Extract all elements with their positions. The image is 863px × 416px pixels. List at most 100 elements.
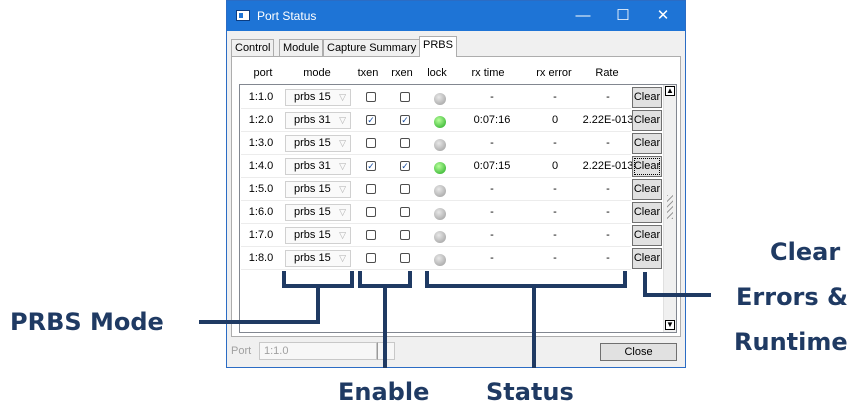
txen-checkbox[interactable]: [366, 230, 376, 240]
rx-time-cell: -: [490, 183, 494, 195]
scroll-up-arrow-icon[interactable]: ▲: [665, 86, 675, 96]
mode-select[interactable]: prbs 15 ▽: [285, 181, 351, 198]
table-row: 1:3.0 prbs 15 ▽ - - - Clear: [241, 132, 662, 155]
prbs-mode-pointer-line: [199, 320, 320, 324]
rxen-checkbox[interactable]: [400, 138, 410, 148]
table-row: 1:2.0 prbs 31 ▽ ✓ ✓ 0:07:16 0 2.22E-013 Clear: [241, 109, 662, 132]
clear-button[interactable]: Clear: [632, 156, 662, 177]
rate-cell: -: [606, 137, 610, 149]
clear-button[interactable]: Clear: [632, 248, 662, 269]
header-rxen: rxen: [391, 67, 413, 79]
clear-button[interactable]: Clear: [632, 87, 662, 108]
rx-error-cell: -: [553, 252, 557, 264]
rate-cell: -: [606, 252, 610, 264]
clear-button[interactable]: Clear: [632, 110, 662, 131]
mode-select[interactable]: prbs 15 ▽: [285, 204, 351, 221]
port-label: Port: [231, 345, 252, 357]
lock-indicator-icon: [434, 231, 446, 243]
maximize-button[interactable]: ☐: [603, 1, 643, 31]
prbs-mode-bracket: [282, 271, 354, 288]
prbs-table: 1:1.0 prbs 15 ▽ - - - Clear 1:2.0 prbs 31 ▽ ✓ ✓ 0:07…: [239, 84, 677, 333]
clear-button[interactable]: Clear: [632, 225, 662, 246]
txen-checkbox[interactable]: ✓: [366, 161, 376, 171]
mode-select[interactable]: prbs 31 ▽: [285, 158, 351, 175]
annotation-prbs-mode: PRBS Mode: [10, 308, 164, 336]
rx-time-cell: -: [490, 137, 494, 149]
rate-cell: 2.22E-013: [582, 114, 634, 126]
rate-cell: -: [606, 183, 610, 195]
minimize-button[interactable]: —: [563, 1, 603, 31]
rxen-checkbox[interactable]: ✓: [400, 115, 410, 125]
mode-select[interactable]: prbs 15 ▽: [285, 135, 351, 152]
mode-value: prbs 15: [294, 206, 331, 218]
table-row: 1:7.0 prbs 15 ▽ - - - Clear: [241, 224, 662, 247]
row-divider: [241, 269, 631, 270]
lock-indicator-icon: [434, 139, 446, 151]
rx-time-cell: -: [490, 206, 494, 218]
rate-cell: -: [606, 206, 610, 218]
rx-time-cell: -: [490, 252, 494, 264]
rx-time-cell: 0:07:15: [473, 160, 511, 172]
port-cell: 1:6.0: [248, 206, 274, 218]
tab-prbs[interactable]: PRBS: [419, 36, 457, 57]
port-cell: 1:8.0: [248, 252, 274, 264]
mode-select[interactable]: prbs 15 ▽: [285, 250, 351, 267]
table-row: 1:8.0 prbs 15 ▽ - - - Clear: [241, 247, 662, 270]
mode-select[interactable]: prbs 15 ▽: [285, 227, 351, 244]
close-window-button[interactable]: ✕: [643, 1, 683, 31]
rxen-checkbox[interactable]: [400, 253, 410, 263]
port-cell: 1:1.0: [248, 91, 274, 103]
txen-checkbox[interactable]: [366, 207, 376, 217]
annotation-clear-line1: Clear: [770, 238, 841, 266]
port-select[interactable]: 1:1.0: [259, 342, 377, 360]
header-port: port: [253, 67, 273, 79]
rx-time-cell: 0:07:16: [473, 114, 511, 126]
rxen-checkbox[interactable]: [400, 230, 410, 240]
rx-error-cell: -: [553, 229, 557, 241]
clear-button[interactable]: Clear: [632, 179, 662, 200]
app-icon: [236, 10, 250, 21]
status-pointer-stem: [532, 288, 536, 368]
lock-indicator-icon: [434, 116, 446, 128]
header-rate: Rate: [595, 67, 619, 79]
mode-value: prbs 15: [294, 91, 331, 103]
header-lock: lock: [427, 67, 447, 79]
txen-checkbox[interactable]: [366, 138, 376, 148]
port-cell: 1:5.0: [248, 183, 274, 195]
scroll-thumb-grip[interactable]: [667, 195, 673, 219]
scroll-down-arrow-icon[interactable]: ▼: [665, 320, 675, 330]
header-mode: mode: [303, 67, 331, 79]
tab-control[interactable]: Control: [231, 39, 275, 56]
rate-cell: 2.22E-013: [582, 160, 634, 172]
port-status-window: Port Status — ☐ ✕ Control Module Capture…: [226, 0, 686, 368]
rxen-checkbox[interactable]: [400, 184, 410, 194]
clear-pointer-line: [643, 293, 711, 297]
mode-select[interactable]: prbs 15 ▽: [285, 89, 351, 106]
clear-button[interactable]: Clear: [632, 133, 662, 154]
title-bar[interactable]: Port Status — ☐ ✕: [227, 1, 685, 31]
dropdown-arrow-icon: ▽: [339, 115, 346, 125]
rx-error-cell: -: [553, 91, 557, 103]
rate-cell: -: [606, 91, 610, 103]
tab-module[interactable]: Module: [279, 39, 324, 56]
rxen-checkbox[interactable]: [400, 92, 410, 102]
lock-indicator-icon: [434, 208, 446, 220]
port-cell: 1:2.0: [248, 114, 274, 126]
table-row: 1:5.0 prbs 15 ▽ - - - Clear: [241, 178, 662, 201]
rx-error-cell: -: [553, 183, 557, 195]
mode-select[interactable]: prbs 31 ▽: [285, 112, 351, 129]
close-button[interactable]: Close: [600, 343, 677, 361]
prbs-mode-pointer-stem: [316, 288, 320, 324]
rxen-checkbox[interactable]: [400, 207, 410, 217]
rxen-checkbox[interactable]: ✓: [400, 161, 410, 171]
clear-button[interactable]: Clear: [632, 202, 662, 223]
txen-checkbox[interactable]: ✓: [366, 115, 376, 125]
port-cell: 1:4.0: [248, 160, 274, 172]
mode-value: prbs 31: [294, 114, 331, 126]
rx-error-cell: -: [553, 206, 557, 218]
rate-cell: -: [606, 229, 610, 241]
txen-checkbox[interactable]: [366, 184, 376, 194]
tab-capture-summary[interactable]: Capture Summary: [323, 39, 421, 56]
txen-checkbox[interactable]: [366, 253, 376, 263]
txen-checkbox[interactable]: [366, 92, 376, 102]
